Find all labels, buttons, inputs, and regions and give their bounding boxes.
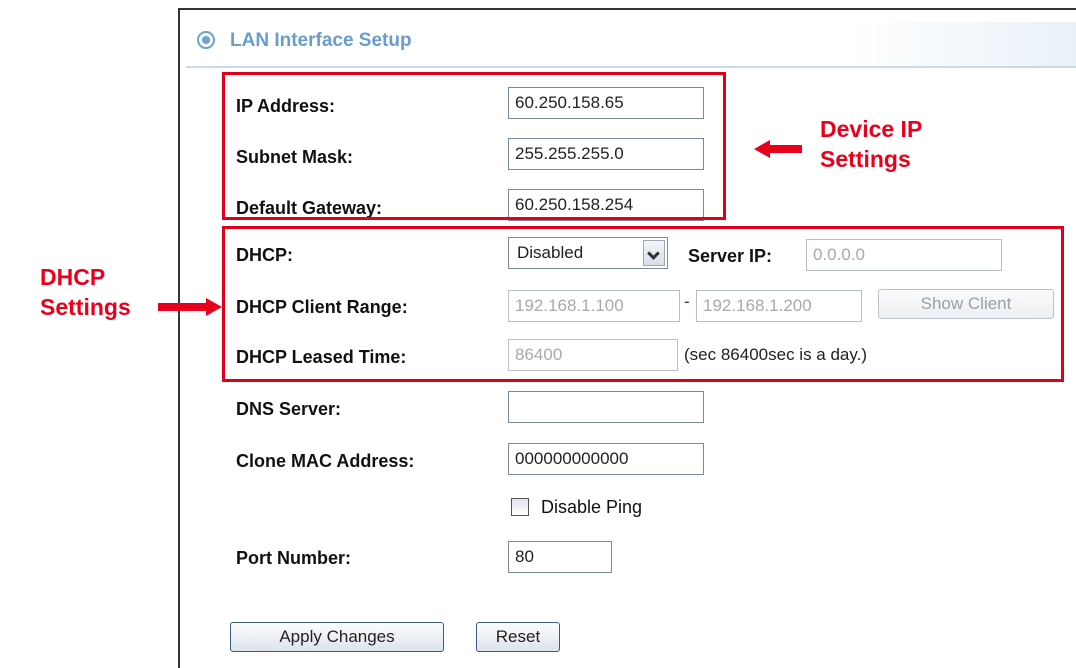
section-header: LAN Interface Setup <box>186 22 1076 68</box>
port-number-label: Port Number: <box>236 548 352 568</box>
device-ip-annotation: Device IP Settings <box>820 114 922 174</box>
disable-ping-label: Disable Ping <box>541 497 643 517</box>
device-ip-highlight-box <box>222 72 726 220</box>
dhcp-annotation: DHCP Settings <box>40 262 131 322</box>
arrow-right-shaft <box>158 303 208 311</box>
disable-ping-checkbox[interactable] <box>511 498 529 516</box>
arrow-left-shaft <box>768 145 802 153</box>
dns-server-label: DNS Server: <box>236 399 342 419</box>
radio-target-icon <box>197 31 215 49</box>
apply-changes-button[interactable]: Apply Changes <box>230 622 444 652</box>
device-ip-annotation-line1: Device IP <box>820 116 923 142</box>
reset-button[interactable]: Reset <box>476 622 560 652</box>
dhcp-annotation-line1: DHCP <box>40 264 106 290</box>
port-number-input[interactable] <box>508 541 612 573</box>
arrow-right-icon <box>206 298 222 316</box>
device-ip-annotation-line2: Settings <box>820 146 911 172</box>
dns-server-input[interactable] <box>508 391 704 423</box>
section-title: LAN Interface Setup <box>230 30 412 51</box>
clone-mac-label: Clone MAC Address: <box>236 451 415 471</box>
dhcp-highlight-box <box>222 226 1064 382</box>
clone-mac-input[interactable] <box>508 443 704 475</box>
dhcp-annotation-line2: Settings <box>40 294 131 320</box>
